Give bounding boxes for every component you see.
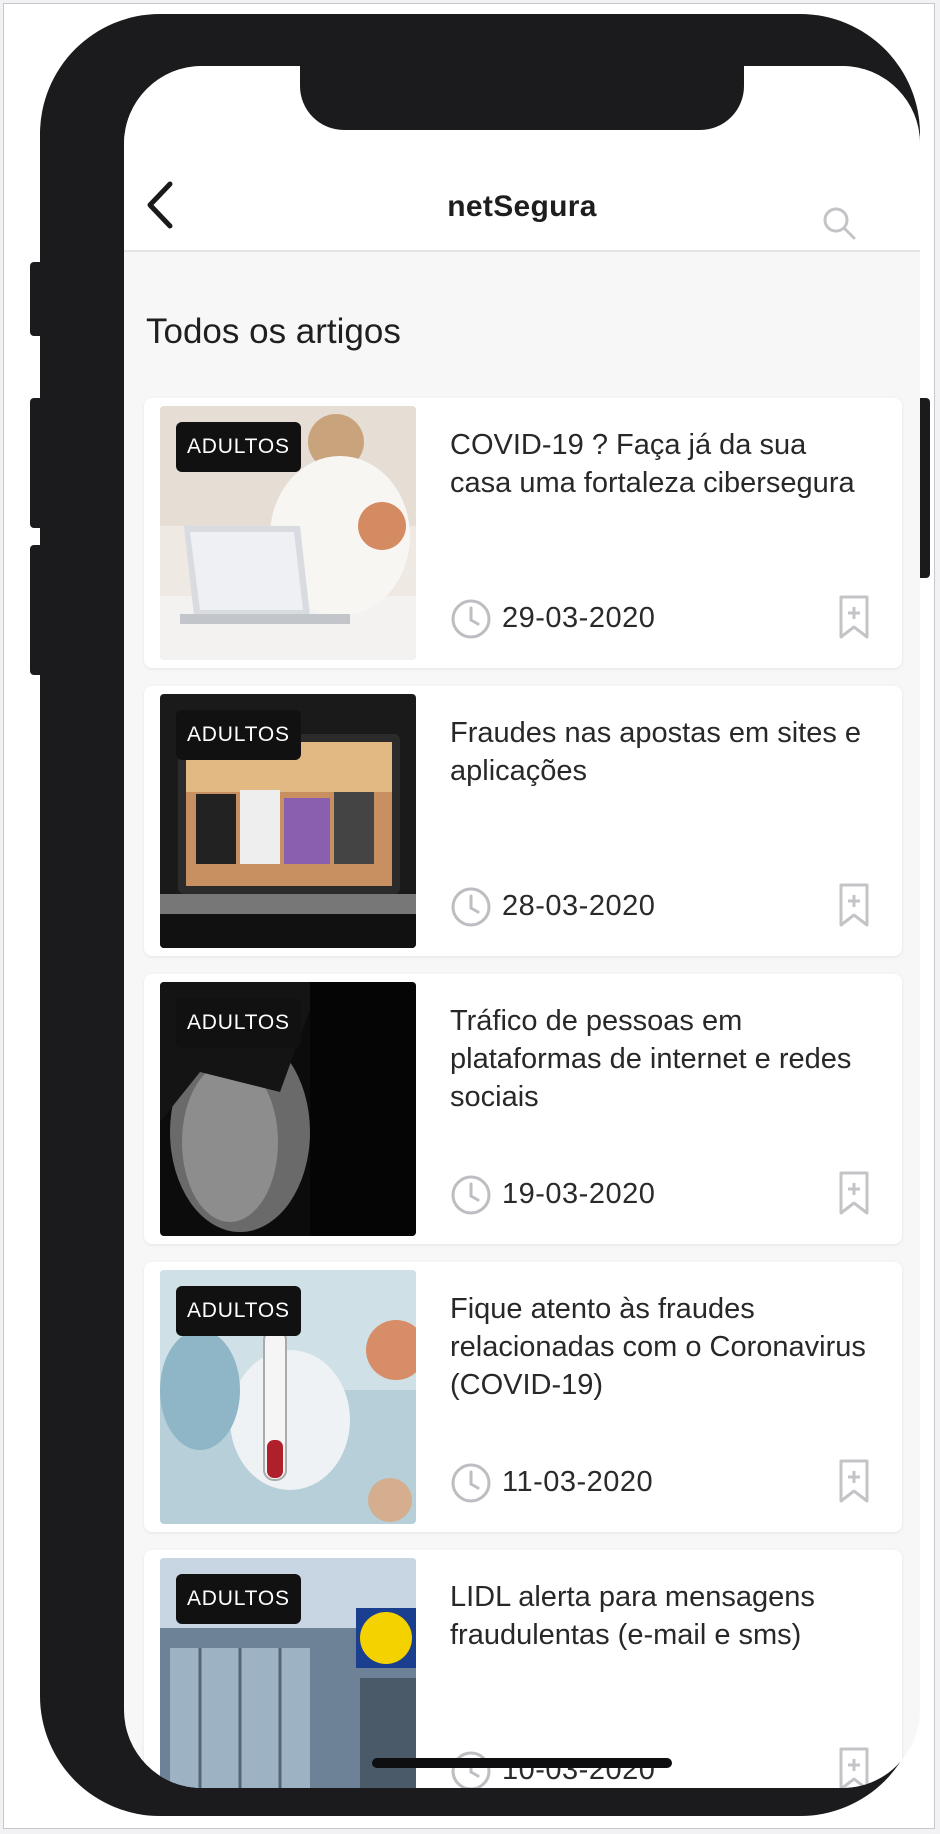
- article-title: Fraudes nas apostas em sites e aplicaçõe…: [450, 717, 862, 787]
- article-card[interactable]: ADULTOS LIDL alerta para mensagens fraud…: [144, 1550, 902, 1788]
- phone-frame: netSegura Todos os artigos ADULTOS COVID…: [40, 14, 920, 1816]
- article-title: Tráfico de pessoas em plataformas de int…: [450, 1005, 852, 1113]
- category-tag: ADULTOS: [176, 422, 301, 472]
- article-thumbnail: ADULTOS: [160, 406, 416, 660]
- category-tag: ADULTOS: [176, 1286, 301, 1336]
- category-tag: ADULTOS: [176, 1574, 301, 1624]
- phone-notch: [300, 66, 744, 130]
- article-thumbnail: ADULTOS: [160, 1270, 416, 1524]
- category-tag: ADULTOS: [176, 710, 301, 760]
- article-thumbnail: ADULTOS: [160, 694, 416, 948]
- article-date: 28-03-2020: [502, 890, 656, 922]
- bookmark-icon[interactable]: [838, 882, 870, 928]
- category-tag: ADULTOS: [176, 998, 301, 1048]
- search-button[interactable]: [820, 204, 860, 244]
- search-icon: [823, 207, 856, 240]
- article-date: 19-03-2020: [502, 1178, 656, 1210]
- article-card[interactable]: ADULTOS COVID-19 ? Faça já da sua casa u…: [144, 398, 902, 668]
- section-title: Todos os artigos: [146, 312, 401, 351]
- phone-screen: netSegura Todos os artigos ADULTOS COVID…: [124, 66, 920, 1788]
- article-title: Fique atento às fraudes relacionadas com…: [450, 1293, 866, 1401]
- home-indicator[interactable]: [372, 1758, 672, 1768]
- clock-icon: [451, 1463, 491, 1503]
- bookmark-icon[interactable]: [838, 1170, 870, 1216]
- clock-icon: [451, 1175, 491, 1215]
- bookmark-icon[interactable]: [838, 1458, 870, 1504]
- article-card[interactable]: ADULTOS Tráfico de pessoas em plataforma…: [144, 974, 902, 1244]
- article-thumbnail: ADULTOS: [160, 1558, 416, 1788]
- bookmark-icon[interactable]: [838, 594, 870, 640]
- article-title: LIDL alerta para mensagens fraudulentas …: [450, 1581, 815, 1651]
- article-card[interactable]: ADULTOS Fique atento às fraudes relacion…: [144, 1262, 902, 1532]
- article-card[interactable]: ADULTOS Fraudes nas apostas em sites e a…: [144, 686, 902, 956]
- clock-icon: [451, 887, 491, 927]
- clock-icon: [451, 1751, 491, 1788]
- nav-title: netSegura: [447, 190, 597, 223]
- article-title: COVID-19 ? Faça já da sua casa uma forta…: [450, 429, 855, 499]
- bookmark-icon[interactable]: [838, 1746, 870, 1788]
- article-date: 29-03-2020: [502, 602, 656, 634]
- article-thumbnail: ADULTOS: [160, 982, 416, 1236]
- clock-icon: [451, 599, 491, 639]
- article-date: 11-03-2020: [502, 1466, 654, 1498]
